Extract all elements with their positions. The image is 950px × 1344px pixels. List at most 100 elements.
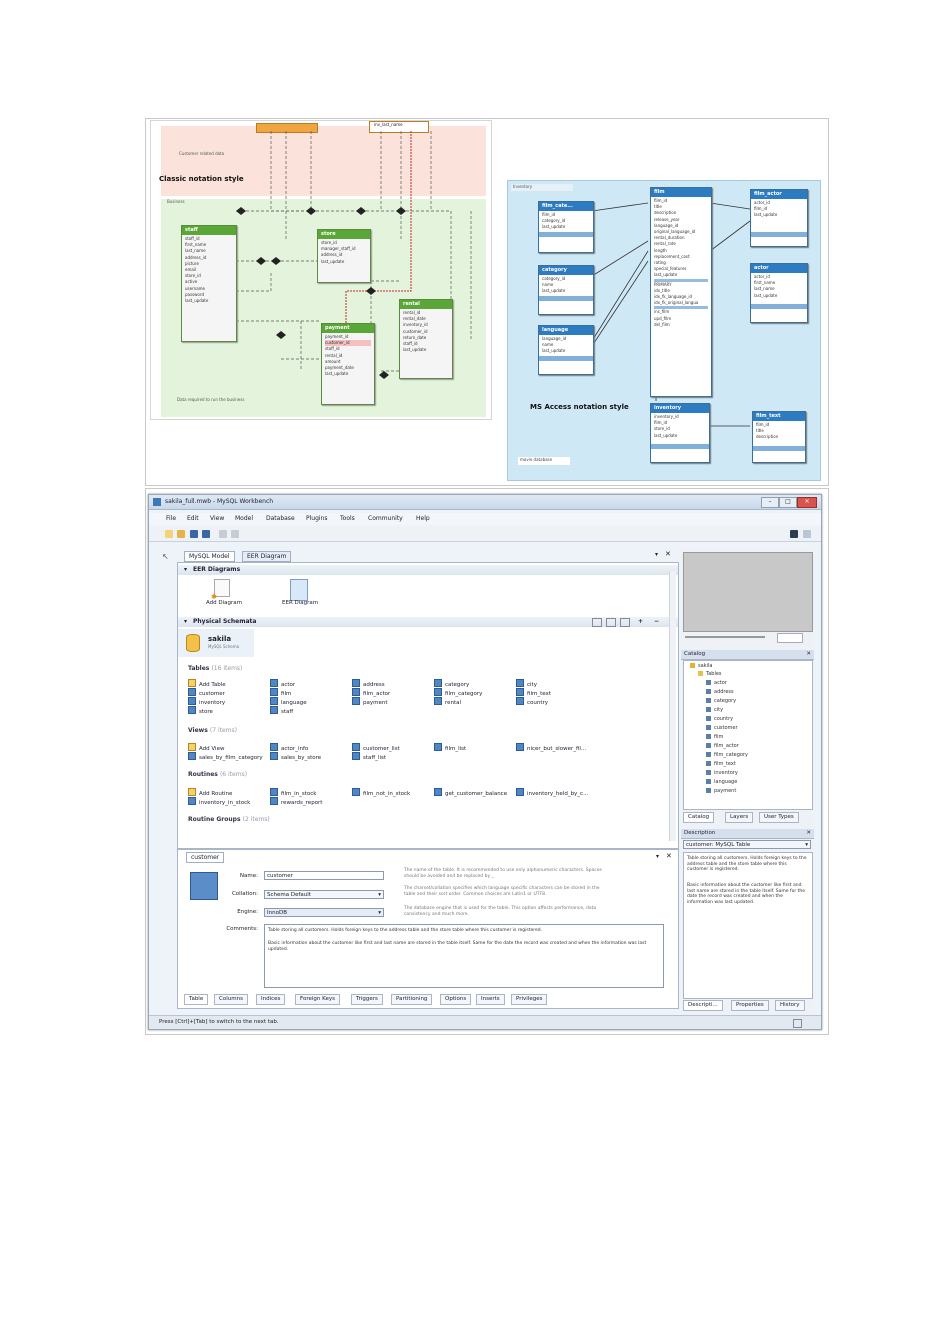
menu-community[interactable]: Community — [368, 513, 403, 525]
entity-payment[interactable]: payment payment_id customer_id staff_id … — [321, 323, 375, 405]
eer-diagram-icon[interactable] — [290, 579, 308, 601]
menu-tools[interactable]: Tools — [340, 513, 355, 525]
catalog-item[interactable]: country — [706, 716, 733, 723]
tab-columns[interactable]: Columns — [214, 994, 248, 1005]
comments-textarea[interactable]: Table storing all customers. Holds forei… — [264, 924, 664, 988]
remove-schema-icon[interactable]: − — [654, 617, 659, 627]
redo-icon[interactable] — [231, 530, 239, 538]
routine-item[interactable]: film_not_in_stock — [352, 788, 410, 798]
catalog-item[interactable]: city — [706, 707, 723, 714]
catalog-root[interactable]: sakila — [690, 663, 712, 670]
save-as-icon[interactable] — [202, 530, 210, 538]
close-button[interactable]: ✕ — [797, 497, 817, 508]
minimize-button[interactable]: – — [761, 497, 779, 508]
tab-catalog[interactable]: Catalog — [683, 812, 715, 823]
catalog-item[interactable]: category — [706, 698, 736, 705]
add-schema-icon[interactable]: + — [638, 617, 643, 627]
name-field[interactable]: customer — [264, 871, 384, 880]
entity-film-category[interactable]: film_cate... film_id category_id last_up… — [538, 201, 594, 253]
table-item[interactable]: payment — [352, 697, 388, 707]
scrollbar[interactable] — [669, 571, 676, 841]
tab-inserts[interactable]: Inserts — [476, 994, 505, 1005]
add-diagram-label[interactable]: Add Diagram — [206, 599, 242, 607]
catalog-item[interactable]: customer — [706, 725, 738, 732]
catalog-item[interactable]: payment — [706, 788, 736, 795]
collapse-icon[interactable]: ▾ — [184, 566, 187, 573]
tab-menu-icon[interactable]: ▾ — [655, 551, 658, 558]
panel-toggle-icon[interactable] — [803, 530, 811, 538]
catalog-item[interactable]: film_text — [706, 761, 736, 768]
tab-indices[interactable]: Indices — [256, 994, 286, 1005]
entity-actor[interactable]: actor actor_id first_name last_name last… — [750, 263, 808, 323]
tab-triggers[interactable]: Triggers — [351, 994, 383, 1005]
panel-close-icon[interactable]: ✕ — [806, 650, 811, 659]
tab-properties[interactable]: Properties — [731, 1000, 769, 1011]
entity-film[interactable]: film film_id title description release_y… — [650, 187, 712, 397]
menu-file[interactable]: File — [166, 513, 176, 525]
routine-item[interactable]: inventory_in_stock — [188, 797, 250, 807]
status-icon[interactable] — [793, 1019, 802, 1028]
physical-schemata-header[interactable]: ▾ Physical Schemata + − — [178, 617, 678, 627]
table-item[interactable]: staff — [270, 706, 293, 716]
entity-inventory[interactable]: inventory inventory_id film_id store_id … — [650, 403, 710, 463]
catalog-item[interactable]: film_actor — [706, 743, 739, 750]
description-text-area[interactable]: Table storing all customers. Holds forei… — [683, 852, 813, 999]
tab-customer-editor[interactable]: customer — [186, 852, 225, 863]
menu-help[interactable]: Help — [416, 513, 430, 525]
open-icon[interactable] — [177, 530, 185, 538]
menu-database[interactable]: Database — [266, 513, 295, 525]
collation-select[interactable]: Schema Default ▾ — [264, 890, 384, 899]
table-item[interactable]: rental — [434, 697, 461, 707]
view-item[interactable]: nicer_but_slower_fil... — [516, 743, 586, 753]
entity-category[interactable]: category category_id name last_update — [538, 265, 594, 315]
entity-store[interactable]: store store_id manager_staff_id address_… — [317, 229, 371, 283]
editor-menu-icon[interactable]: ▾ — [656, 853, 659, 860]
pointer-icon[interactable]: ↖ — [162, 552, 169, 561]
new-icon[interactable] — [165, 530, 173, 538]
tab-layers[interactable]: Layers — [725, 812, 754, 823]
save-icon[interactable] — [190, 530, 198, 538]
eer-diagrams-header[interactable]: ▾ EER Diagrams — [178, 565, 678, 575]
routine-item[interactable]: get_customer_balance — [434, 788, 507, 798]
menu-model[interactable]: Model — [235, 513, 253, 525]
catalog-item[interactable]: film_category — [706, 752, 748, 759]
eer-diagram-label[interactable]: EER Diagram — [282, 599, 318, 607]
schema-tab[interactable]: sakila MySQL Schema — [178, 629, 254, 657]
undo-icon[interactable] — [219, 530, 227, 538]
entity-staff[interactable]: staff staff_id first_name last_name addr… — [181, 225, 237, 342]
catalog-item[interactable]: language — [706, 779, 737, 786]
routine-item[interactable]: inventory_held_by_c... — [516, 788, 588, 798]
table-item[interactable]: country — [516, 697, 548, 707]
table-item[interactable]: store — [188, 706, 213, 716]
tab-partitioning[interactable]: Partitioning — [391, 994, 433, 1005]
tab-foreign-keys[interactable]: Foreign Keys — [295, 994, 340, 1005]
maximize-button[interactable]: □ — [779, 497, 797, 508]
tab-mysql-model[interactable]: MySQL Model — [184, 551, 235, 562]
tab-history[interactable]: History — [775, 1000, 805, 1011]
engine-select[interactable]: InnoDB ▾ — [264, 908, 384, 917]
zoom-slider[interactable] — [685, 636, 765, 638]
entity-film-text[interactable]: film_text film_id title description — [752, 411, 806, 463]
catalog-item[interactable]: film — [706, 734, 723, 741]
catalog-item[interactable]: address — [706, 689, 734, 696]
menu-edit[interactable]: Edit — [187, 513, 199, 525]
catalog-item[interactable]: inventory — [706, 770, 738, 777]
tab-privileges[interactable]: Privileges — [511, 994, 548, 1005]
view-small-icon[interactable] — [606, 618, 616, 627]
tab-table[interactable]: Table — [184, 994, 209, 1005]
menu-view[interactable]: View — [210, 513, 224, 525]
routine-item[interactable]: rewards_report — [270, 797, 322, 807]
entity-film-actor[interactable]: film_actor actor_id film_id last_update — [750, 189, 808, 247]
entity-language[interactable]: language language_id name last_update — [538, 325, 594, 375]
view-item[interactable]: film_list — [434, 743, 466, 753]
panel-close-icon[interactable]: ✕ — [806, 829, 811, 838]
tab-eer-diagram[interactable]: EER Diagram — [242, 551, 292, 562]
view-item[interactable]: sales_by_store — [270, 752, 321, 762]
view-item[interactable]: sales_by_film_category — [188, 752, 263, 762]
tab-options[interactable]: Options — [440, 994, 472, 1005]
menu-plugins[interactable]: Plugins — [306, 513, 328, 525]
view-list-icon[interactable] — [620, 618, 630, 627]
view-item[interactable]: staff_list — [352, 752, 386, 762]
collapse-icon[interactable]: ▾ — [184, 618, 187, 625]
view-large-icon[interactable] — [592, 618, 602, 627]
